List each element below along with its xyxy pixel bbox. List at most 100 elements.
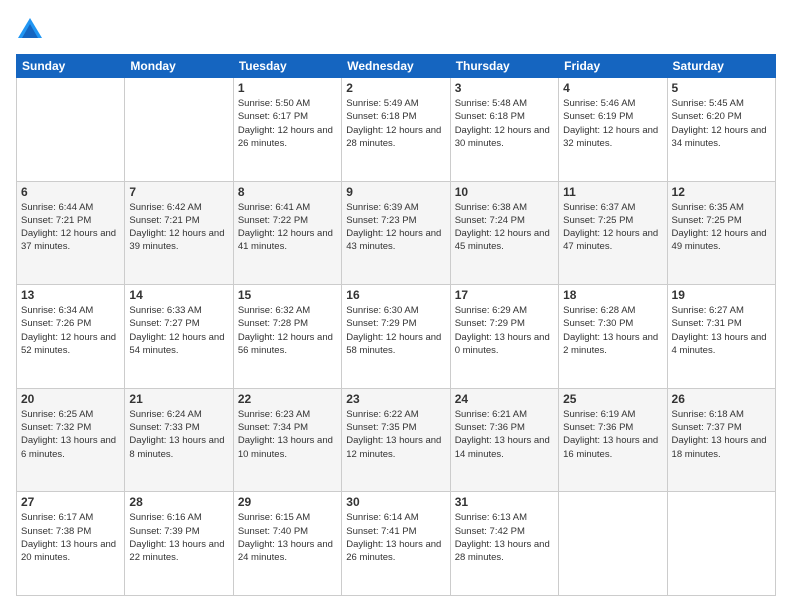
day-number: 13 [21,288,120,302]
day-number: 26 [672,392,771,406]
calendar-cell: 23 Sunrise: 6:22 AM Sunset: 7:35 PM Dayli… [342,388,450,492]
day-info: Sunrise: 6:25 AM Sunset: 7:32 PM Dayligh… [21,408,120,461]
day-number: 17 [455,288,554,302]
logo [16,16,48,44]
day-info: Sunrise: 5:45 AM Sunset: 6:20 PM Dayligh… [672,97,771,150]
calendar-cell: 22Sunrise: 6:23 AM Sunset: 7:34 PM Dayli… [233,388,341,492]
header-day-saturday: Saturday [667,55,775,78]
calendar-cell: 3 Sunrise: 5:48 AM Sunset: 6:18 PM Daylig… [450,78,558,182]
calendar-cell: 28Sunrise: 6:16 AM Sunset: 7:39 PM Dayli… [125,492,233,596]
day-number: 18 [563,288,662,302]
day-info: Sunrise: 6:44 AM Sunset: 7:21 PM Dayligh… [21,201,120,254]
day-info: Sunrise: 6:30 AM Sunset: 7:29 PM Dayligh… [346,304,445,357]
day-info: Sunrise: 6:28 AM Sunset: 7:30 PM Dayligh… [563,304,662,357]
day-info: Sunrise: 6:19 AM Sunset: 7:36 PM Dayligh… [563,408,662,461]
calendar-cell: 16 Sunrise: 6:30 AM Sunset: 7:29 PM Dayli… [342,285,450,389]
week-row-2: 6 Sunrise: 6:44 AM Sunset: 7:21 PM Daylig… [17,181,776,285]
calendar-cell [559,492,667,596]
day-info: Sunrise: 6:22 AM Sunset: 7:35 PM Dayligh… [346,408,445,461]
day-number: 12 [672,185,771,199]
calendar-cell: 8Sunrise: 6:41 AM Sunset: 7:22 PM Daylig… [233,181,341,285]
calendar-cell: 25 Sunrise: 6:19 AM Sunset: 7:36 PM Dayli… [559,388,667,492]
day-info: Sunrise: 6:27 AM Sunset: 7:31 PM Dayligh… [672,304,771,357]
day-info: Sunrise: 6:14 AM Sunset: 7:41 PM Dayligh… [346,511,445,564]
calendar-cell: 27 Sunrise: 6:17 AM Sunset: 7:38 PM Dayli… [17,492,125,596]
calendar-table: SundayMondayTuesdayWednesdayThursdayFrid… [16,54,776,596]
day-number: 14 [129,288,228,302]
day-number: 7 [129,185,228,199]
day-number: 23 [346,392,445,406]
calendar-cell: 15 Sunrise: 6:32 AM Sunset: 7:28 PM Dayli… [233,285,341,389]
day-info: Sunrise: 6:21 AM Sunset: 7:36 PM Dayligh… [455,408,554,461]
day-number: 25 [563,392,662,406]
calendar-cell: 26 Sunrise: 6:18 AM Sunset: 7:37 PM Dayli… [667,388,775,492]
day-number: 6 [21,185,120,199]
day-number: 9 [346,185,445,199]
day-info: Sunrise: 5:49 AM Sunset: 6:18 PM Dayligh… [346,97,445,150]
calendar-cell: 29Sunrise: 6:15 AM Sunset: 7:40 PM Dayli… [233,492,341,596]
day-info: Sunrise: 5:46 AM Sunset: 6:19 PM Dayligh… [563,97,662,150]
header-day-tuesday: Tuesday [233,55,341,78]
day-number: 4 [563,81,662,95]
day-info: Sunrise: 6:29 AM Sunset: 7:29 PM Dayligh… [455,304,554,357]
day-number: 30 [346,495,445,509]
page: SundayMondayTuesdayWednesdayThursdayFrid… [0,0,792,612]
header-day-thursday: Thursday [450,55,558,78]
day-info: Sunrise: 6:34 AM Sunset: 7:26 PM Dayligh… [21,304,120,357]
day-info: Sunrise: 6:38 AM Sunset: 7:24 PM Dayligh… [455,201,554,254]
week-row-1: 1 Sunrise: 5:50 AM Sunset: 6:17 PM Daylig… [17,78,776,182]
day-info: Sunrise: 6:41 AM Sunset: 7:22 PM Dayligh… [238,201,337,254]
day-info: Sunrise: 6:24 AM Sunset: 7:33 PM Dayligh… [129,408,228,461]
day-info: Sunrise: 6:23 AM Sunset: 7:34 PM Dayligh… [238,408,337,461]
day-number: 21 [129,392,228,406]
day-info: Sunrise: 6:16 AM Sunset: 7:39 PM Dayligh… [129,511,228,564]
calendar-cell: 7 Sunrise: 6:42 AM Sunset: 7:21 PM Daylig… [125,181,233,285]
day-info: Sunrise: 6:39 AM Sunset: 7:23 PM Dayligh… [346,201,445,254]
day-number: 31 [455,495,554,509]
day-number: 20 [21,392,120,406]
day-number: 15 [238,288,337,302]
calendar-cell: 11Sunrise: 6:37 AM Sunset: 7:25 PM Dayli… [559,181,667,285]
week-row-4: 20 Sunrise: 6:25 AM Sunset: 7:32 PM Dayli… [17,388,776,492]
day-info: Sunrise: 6:37 AM Sunset: 7:25 PM Dayligh… [563,201,662,254]
calendar-body: 1 Sunrise: 5:50 AM Sunset: 6:17 PM Daylig… [17,78,776,596]
logo-icon [16,16,44,44]
day-number: 3 [455,81,554,95]
calendar-cell: 20 Sunrise: 6:25 AM Sunset: 7:32 PM Dayli… [17,388,125,492]
day-info: Sunrise: 6:32 AM Sunset: 7:28 PM Dayligh… [238,304,337,357]
header-day-monday: Monday [125,55,233,78]
day-info: Sunrise: 6:35 AM Sunset: 7:25 PM Dayligh… [672,201,771,254]
calendar-cell: 9 Sunrise: 6:39 AM Sunset: 7:23 PM Daylig… [342,181,450,285]
calendar-cell [17,78,125,182]
day-number: 19 [672,288,771,302]
day-info: Sunrise: 5:50 AM Sunset: 6:17 PM Dayligh… [238,97,337,150]
calendar-header: SundayMondayTuesdayWednesdayThursdayFrid… [17,55,776,78]
header-day-sunday: Sunday [17,55,125,78]
day-info: Sunrise: 6:17 AM Sunset: 7:38 PM Dayligh… [21,511,120,564]
day-number: 16 [346,288,445,302]
day-number: 10 [455,185,554,199]
week-row-5: 27 Sunrise: 6:17 AM Sunset: 7:38 PM Dayli… [17,492,776,596]
day-number: 24 [455,392,554,406]
calendar-cell: 5 Sunrise: 5:45 AM Sunset: 6:20 PM Daylig… [667,78,775,182]
day-number: 2 [346,81,445,95]
header-day-friday: Friday [559,55,667,78]
calendar-cell: 31 Sunrise: 6:13 AM Sunset: 7:42 PM Dayli… [450,492,558,596]
day-info: Sunrise: 6:33 AM Sunset: 7:27 PM Dayligh… [129,304,228,357]
day-number: 27 [21,495,120,509]
calendar-cell: 24 Sunrise: 6:21 AM Sunset: 7:36 PM Dayli… [450,388,558,492]
calendar-cell: 13 Sunrise: 6:34 AM Sunset: 7:26 PM Dayli… [17,285,125,389]
header [16,16,776,44]
calendar-cell: 1 Sunrise: 5:50 AM Sunset: 6:17 PM Daylig… [233,78,341,182]
day-info: Sunrise: 6:18 AM Sunset: 7:37 PM Dayligh… [672,408,771,461]
header-day-wednesday: Wednesday [342,55,450,78]
day-number: 5 [672,81,771,95]
day-info: Sunrise: 6:42 AM Sunset: 7:21 PM Dayligh… [129,201,228,254]
calendar-cell: 12 Sunrise: 6:35 AM Sunset: 7:25 PM Dayli… [667,181,775,285]
day-info: Sunrise: 5:48 AM Sunset: 6:18 PM Dayligh… [455,97,554,150]
calendar-cell: 14 Sunrise: 6:33 AM Sunset: 7:27 PM Dayli… [125,285,233,389]
day-number: 1 [238,81,337,95]
day-info: Sunrise: 6:13 AM Sunset: 7:42 PM Dayligh… [455,511,554,564]
calendar-cell: 30 Sunrise: 6:14 AM Sunset: 7:41 PM Dayli… [342,492,450,596]
calendar-cell [667,492,775,596]
